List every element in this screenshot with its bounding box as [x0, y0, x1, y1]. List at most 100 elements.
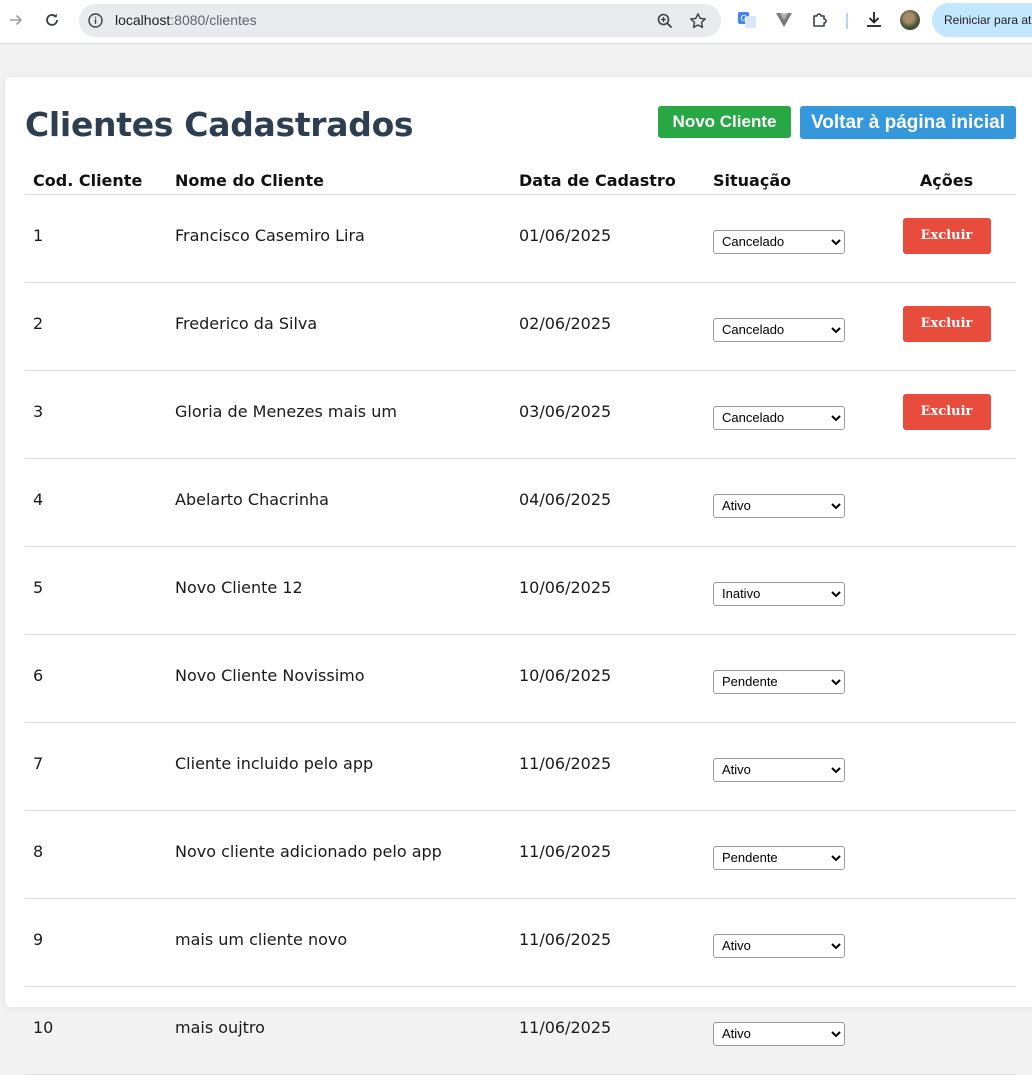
header-client-code: Cod. Cliente — [25, 166, 167, 195]
table-row: 8 Novo cliente adicionado pelo app 11/06/2… — [25, 810, 1016, 899]
header-actions: Ações — [877, 166, 1016, 195]
cell-client-code: 6 — [25, 634, 167, 723]
cell-actions — [877, 722, 1016, 811]
new-client-button[interactable]: Novo Cliente — [658, 106, 791, 138]
cell-registration-date: 02/06/2025 — [511, 282, 705, 371]
url-host: localhost — [115, 12, 171, 28]
zoom-icon[interactable] — [656, 12, 674, 30]
header-registration-date: Data de Cadastro — [511, 166, 705, 195]
table-row: 10 mais oujtro 11/06/2025 Ativo — [25, 986, 1016, 1075]
table-row: 7 Cliente incluido pelo app 11/06/2025 Ativ… — [25, 722, 1016, 811]
browser-toolbar: localhost:8080/clientes G Reiniciar para… — [0, 0, 1032, 44]
cell-client-code: 7 — [25, 722, 167, 811]
table-row: 9 mais um cliente novo 11/06/2025 Ativo — [25, 898, 1016, 987]
cell-registration-date: 11/06/2025 — [511, 810, 705, 899]
cell-actions: Excluir — [877, 194, 1016, 283]
cell-status: Ativo — [705, 458, 877, 547]
cell-client-code: 2 — [25, 282, 167, 371]
cell-registration-date: 10/06/2025 — [511, 546, 705, 635]
status-select[interactable]: Ativo — [713, 933, 845, 958]
status-select[interactable]: Ativo — [713, 1021, 845, 1046]
table-row: 1 Francisco Casemiro Lira 01/06/2025 Cancel… — [25, 194, 1016, 283]
cell-actions — [877, 546, 1016, 635]
cell-registration-date: 11/06/2025 — [511, 722, 705, 811]
bookmark-star-icon[interactable] — [689, 12, 707, 30]
table-header-row: Cod. Cliente Nome do Cliente Data de Cad… — [25, 166, 1016, 195]
cell-client-name: mais oujtro — [167, 986, 511, 1075]
restart-update-button[interactable]: Reiniciar para atu — [932, 3, 1032, 37]
cell-registration-date: 01/06/2025 — [511, 194, 705, 283]
cell-client-name: Abelarto Chacrinha — [167, 458, 511, 547]
delete-client-button[interactable]: Excluir — [902, 217, 991, 254]
delete-client-button[interactable]: Excluir — [902, 393, 991, 430]
url-text: localhost:8080/clientes — [115, 12, 257, 28]
cell-actions — [877, 898, 1016, 987]
table-row: 4 Abelarto Chacrinha 04/06/2025 Ativo — [25, 458, 1016, 547]
status-select[interactable]: Ativo — [713, 757, 845, 782]
cell-registration-date: 04/06/2025 — [511, 458, 705, 547]
cell-status: Ativo — [705, 898, 877, 987]
status-select[interactable]: Inativo — [713, 581, 845, 606]
cell-client-code: 4 — [25, 458, 167, 547]
reload-icon[interactable] — [39, 7, 65, 33]
cell-status: Ativo — [705, 722, 877, 811]
table-row: 3 Gloria de Menezes mais um 03/06/2025 Canc… — [25, 370, 1016, 459]
delete-client-button[interactable]: Excluir — [902, 305, 991, 342]
table-body: 1 Francisco Casemiro Lira 01/06/2025 Cancel… — [25, 194, 1016, 1075]
cell-actions — [877, 810, 1016, 899]
cell-status: Ativo — [705, 986, 877, 1075]
extensions-icon[interactable] — [810, 10, 830, 30]
cell-client-code: 8 — [25, 810, 167, 899]
cell-client-name: mais um cliente novo — [167, 898, 511, 987]
download-icon[interactable] — [864, 10, 884, 30]
url-path: :8080/clientes — [170, 12, 257, 28]
cell-client-name: Novo Cliente 12 — [167, 546, 511, 635]
cell-registration-date: 10/06/2025 — [511, 634, 705, 723]
cell-registration-date: 11/06/2025 — [511, 986, 705, 1075]
profile-avatar[interactable] — [900, 10, 920, 30]
header-status: Situação — [705, 166, 877, 195]
forward-icon[interactable] — [3, 7, 29, 33]
cell-registration-date: 11/06/2025 — [511, 898, 705, 987]
cell-client-name: Frederico da Silva — [167, 282, 511, 371]
cell-actions — [877, 634, 1016, 723]
cell-status: Pendente — [705, 810, 877, 899]
header-client-name: Nome do Cliente — [167, 166, 511, 195]
table-row: 6 Novo Cliente Novissimo 10/06/2025 Pendent… — [25, 634, 1016, 723]
cell-status: Cancelado — [705, 370, 877, 459]
status-select[interactable]: Pendente — [713, 845, 845, 870]
cell-actions — [877, 458, 1016, 547]
cell-registration-date: 03/06/2025 — [511, 370, 705, 459]
cell-client-code: 9 — [25, 898, 167, 987]
cell-actions: Excluir — [877, 370, 1016, 459]
cell-client-name: Novo cliente adicionado pelo app — [167, 810, 511, 899]
table-row: 2 Frederico da Silva 02/06/2025 Cancelado Ex… — [25, 282, 1016, 371]
status-select[interactable]: Cancelado — [713, 405, 845, 430]
cell-client-name: Novo Cliente Novissimo — [167, 634, 511, 723]
status-select[interactable]: Cancelado — [713, 229, 845, 254]
vue-devtools-icon[interactable] — [774, 10, 794, 30]
page-title: Clientes Cadastrados — [25, 105, 414, 144]
table-row: 5 Novo Cliente 12 10/06/2025 Inativo — [25, 546, 1016, 635]
svg-text:G: G — [741, 14, 747, 23]
cell-status: Cancelado — [705, 282, 877, 371]
status-select[interactable]: Pendente — [713, 669, 845, 694]
cell-client-name: Gloria de Menezes mais um — [167, 370, 511, 459]
cell-client-code: 5 — [25, 546, 167, 635]
site-info-icon[interactable] — [87, 12, 104, 29]
back-home-button[interactable]: Voltar à página inicial — [800, 106, 1016, 139]
status-select[interactable]: Cancelado — [713, 317, 845, 342]
cell-client-code: 1 — [25, 194, 167, 283]
cell-actions — [877, 986, 1016, 1075]
clients-table: Cod. Cliente Nome do Cliente Data de Cad… — [25, 166, 1016, 1075]
cell-client-name: Francisco Casemiro Lira — [167, 194, 511, 283]
cell-actions: Excluir — [877, 282, 1016, 371]
translate-icon[interactable]: G — [737, 10, 757, 30]
cell-status: Pendente — [705, 634, 877, 723]
status-select[interactable]: Ativo — [713, 493, 845, 518]
cell-client-name: Cliente incluido pelo app — [167, 722, 511, 811]
cell-status: Cancelado — [705, 194, 877, 283]
cell-status: Inativo — [705, 546, 877, 635]
address-bar[interactable]: localhost:8080/clientes — [79, 4, 721, 37]
toolbar-separator — [846, 13, 848, 29]
